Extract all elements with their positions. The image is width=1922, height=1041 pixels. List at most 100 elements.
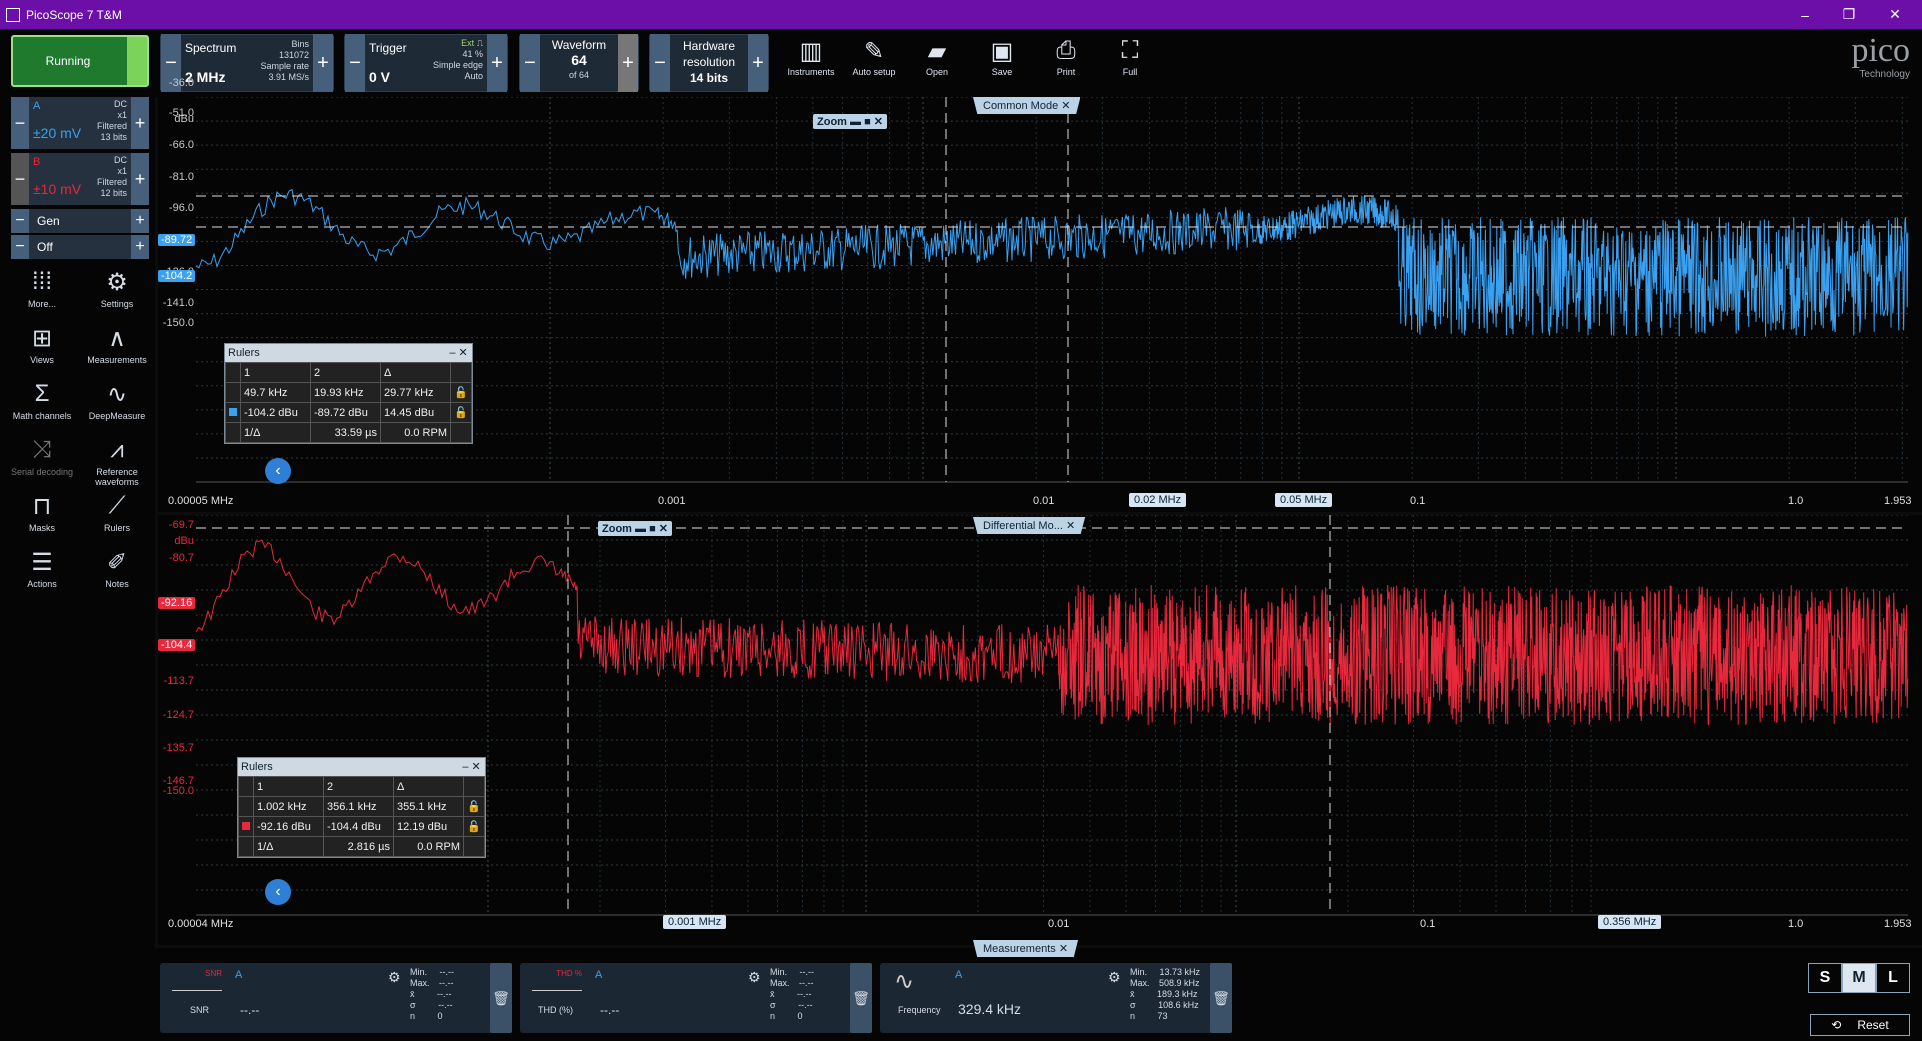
rulers-button[interactable]: ⟋ Rulers (84, 489, 150, 533)
bottom-rulers-time: 2.816 µs (323, 836, 394, 857)
reference-waveforms-button[interactable]: ⩘ Reference waveforms (84, 433, 150, 487)
differential-mode-spectrum[interactable] (158, 515, 1922, 945)
top-rulers-inv: 1/Δ (240, 422, 311, 443)
bottom-ruler-x-tag-1[interactable]: 0.001 MHz (663, 915, 727, 929)
measurement-card-snr[interactable]: SNR A SNR --.-- ⚙ Min. --.-- Max. --.-- … (160, 963, 512, 1033)
thd-sd-label: σ (770, 1000, 776, 1010)
channel-b-control[interactable]: − B ±10 mV DC x1 Filtered 12 bits + (11, 153, 149, 205)
top-ruler-tag-1[interactable]: -89.72 (158, 234, 196, 246)
off-minus-button[interactable]: − (11, 235, 29, 259)
channel-b-range: ±10 mV (33, 181, 82, 197)
spectrum-plus-button[interactable]: + (313, 34, 333, 92)
common-mode-tab[interactable]: Common Mode ✕ (973, 97, 1081, 114)
lock-icon[interactable]: 🔓 (450, 382, 472, 403)
top-rulers-h2: 2 (310, 362, 381, 383)
frequency-channel: A (955, 969, 963, 981)
top-ruler-tag-2[interactable]: -104.2 (158, 270, 196, 282)
gear-icon[interactable]: ⚙ (748, 969, 761, 986)
close-button[interactable]: ✕ (1872, 0, 1918, 29)
snr-delete-button[interactable]: 🗑 (490, 963, 512, 1033)
reset-button[interactable]: ⟲ Reset (1810, 1014, 1910, 1036)
size-l-button[interactable]: L (1876, 963, 1910, 993)
save-button[interactable]: ▣ Save (971, 35, 1033, 78)
lock-icon[interactable]: 🔓 (450, 402, 472, 423)
frequency-delete-button[interactable]: 🗑 (1210, 963, 1232, 1033)
measurement-card-frequency[interactable]: ∿ A Frequency 329.4 kHz ⚙ Min. 13.73 kHz… (880, 963, 1232, 1033)
bottom-back-button[interactable]: ‹ (265, 879, 291, 905)
bottom-ruler-tag-1[interactable]: -92.16 (158, 597, 196, 609)
channel-b-plus-button[interactable]: + (131, 153, 149, 205)
math-channels-button[interactable]: Σ Math channels (9, 377, 75, 421)
trigger-plus-button[interactable]: + (487, 34, 507, 92)
gear-icon[interactable]: ⚙ (388, 969, 401, 986)
views-button[interactable]: ⊞ Views (9, 321, 75, 366)
off-plus-button[interactable]: + (131, 235, 149, 259)
notes-button[interactable]: ✐ Notes (84, 545, 150, 590)
resolution-control[interactable]: − Hardware resolution 14 bits + (649, 34, 769, 92)
channel-a-minus-button[interactable]: − (11, 97, 29, 149)
trigger-control[interactable]: − Trigger 0 V Ext ⎍ 41 % Simple edge Aut… (344, 34, 508, 92)
channel-b-swatch (242, 821, 250, 830)
instruments-button[interactable]: ▥ Instruments (780, 35, 842, 78)
bottom-rulers-panel[interactable]: Rulers – ✕ 12Δ 1.002 kHz 356.1 kHz 355.1 kH… (237, 757, 486, 858)
measurements-tab[interactable]: Measurements ✕ (973, 940, 1079, 957)
top-ruler-x-tag-2[interactable]: 0.05 MHz (1275, 493, 1333, 507)
gen-minus-button[interactable]: − (11, 209, 29, 233)
run-button[interactable]: Running (11, 35, 149, 87)
thd-min: --.-- (799, 967, 815, 977)
top-rulers-close-icon[interactable]: – ✕ (449, 344, 467, 362)
top-x-label-2: 0.01 (1033, 495, 1055, 507)
minimize-button[interactable]: – (1782, 0, 1828, 29)
bottom-rulers-close-icon[interactable]: – ✕ (462, 758, 480, 776)
snr-min-label: Min. (410, 967, 428, 977)
bottom-ruler-tag-2[interactable]: -104.4 (158, 639, 196, 651)
thd-n: 0 (797, 1011, 803, 1021)
lock-icon[interactable]: 🔓 (463, 816, 485, 837)
differential-mode-view[interactable]: Differential Mo... ✕ Zoom ▬ ■ ✕ dBu -69.… (158, 515, 1922, 945)
masks-button[interactable]: ⊓ Masks (9, 489, 75, 534)
open-button[interactable]: ▰ Open (906, 35, 968, 78)
auto-setup-label: Auto setup (852, 67, 896, 77)
trigger-minus-button[interactable]: − (345, 34, 365, 92)
top-back-button[interactable]: ‹ (265, 458, 291, 484)
maximize-button[interactable]: ❐ (1826, 0, 1872, 29)
waveform-plus-button[interactable]: + (618, 34, 638, 92)
serial-decoding-button[interactable]: ⤨ Serial decoding (9, 433, 75, 477)
gen-control[interactable]: − Gen + (11, 209, 149, 233)
settings-button[interactable]: ⚙ Settings (84, 265, 150, 310)
bottom-ruler-x-tag-2[interactable]: 0.356 MHz (1598, 915, 1662, 929)
size-s-button[interactable]: S (1808, 963, 1842, 993)
lock-icon[interactable]: 🔓 (463, 796, 485, 817)
measurements-button[interactable]: ∧ Measurements (84, 321, 150, 366)
differential-mode-tab[interactable]: Differential Mo... ✕ (973, 517, 1086, 534)
deepmeasure-button[interactable]: ∿ DeepMeasure (84, 377, 150, 422)
channel-a-plus-button[interactable]: + (131, 97, 149, 149)
auto-setup-button[interactable]: ✎ Auto setup (843, 35, 905, 78)
off-control[interactable]: − Off + (11, 235, 149, 259)
top-ruler-x-tag-1[interactable]: 0.02 MHz (1129, 493, 1187, 507)
waveform-control[interactable]: − Waveform 64 of 64 + (519, 34, 639, 92)
common-mode-spectrum[interactable] (158, 97, 1922, 512)
channel-b-minus-button[interactable]: − (11, 153, 29, 205)
waveform-minus-button[interactable]: − (520, 34, 540, 92)
bottom-zoom-control[interactable]: Zoom ▬ ■ ✕ (598, 521, 672, 536)
gear-icon[interactable]: ⚙ (1108, 969, 1121, 986)
channel-a-name: A (33, 100, 41, 112)
top-zoom-control[interactable]: Zoom ▬ ■ ✕ (813, 114, 887, 129)
differential-mode-tab-label: Differential Mo... (983, 520, 1063, 532)
size-m-button[interactable]: M (1842, 963, 1876, 993)
full-button[interactable]: ⛶ Full (1099, 35, 1161, 77)
print-button[interactable]: ⎙ Print (1035, 35, 1097, 77)
top-rulers-panel[interactable]: Rulers – ✕ 12Δ 49.7 kHz 19.93 kHz 29.77 kHz… (224, 343, 473, 444)
actions-button[interactable]: ☰ Actions (9, 545, 75, 590)
gen-plus-button[interactable]: + (131, 209, 149, 233)
common-mode-view[interactable]: Common Mode ✕ Zoom ▬ ■ ✕ dBu -36.0 -51.0-… (158, 77, 1922, 512)
window-title: PicoScope 7 T&M (26, 7, 122, 22)
masks-label: Masks (28, 523, 55, 533)
resolution-plus-button[interactable]: + (748, 34, 768, 92)
channel-a-control[interactable]: − A ±20 mV DC x1 Filtered 13 bits + (11, 97, 149, 149)
more-button[interactable]: ⁞⁞⁞ More... (9, 265, 75, 309)
thd-delete-button[interactable]: 🗑 (850, 963, 872, 1033)
measurement-card-thd[interactable]: THD % A THD (%) --.-- ⚙ Min. --.-- Max. … (520, 963, 872, 1033)
resolution-minus-button[interactable]: − (650, 34, 670, 92)
